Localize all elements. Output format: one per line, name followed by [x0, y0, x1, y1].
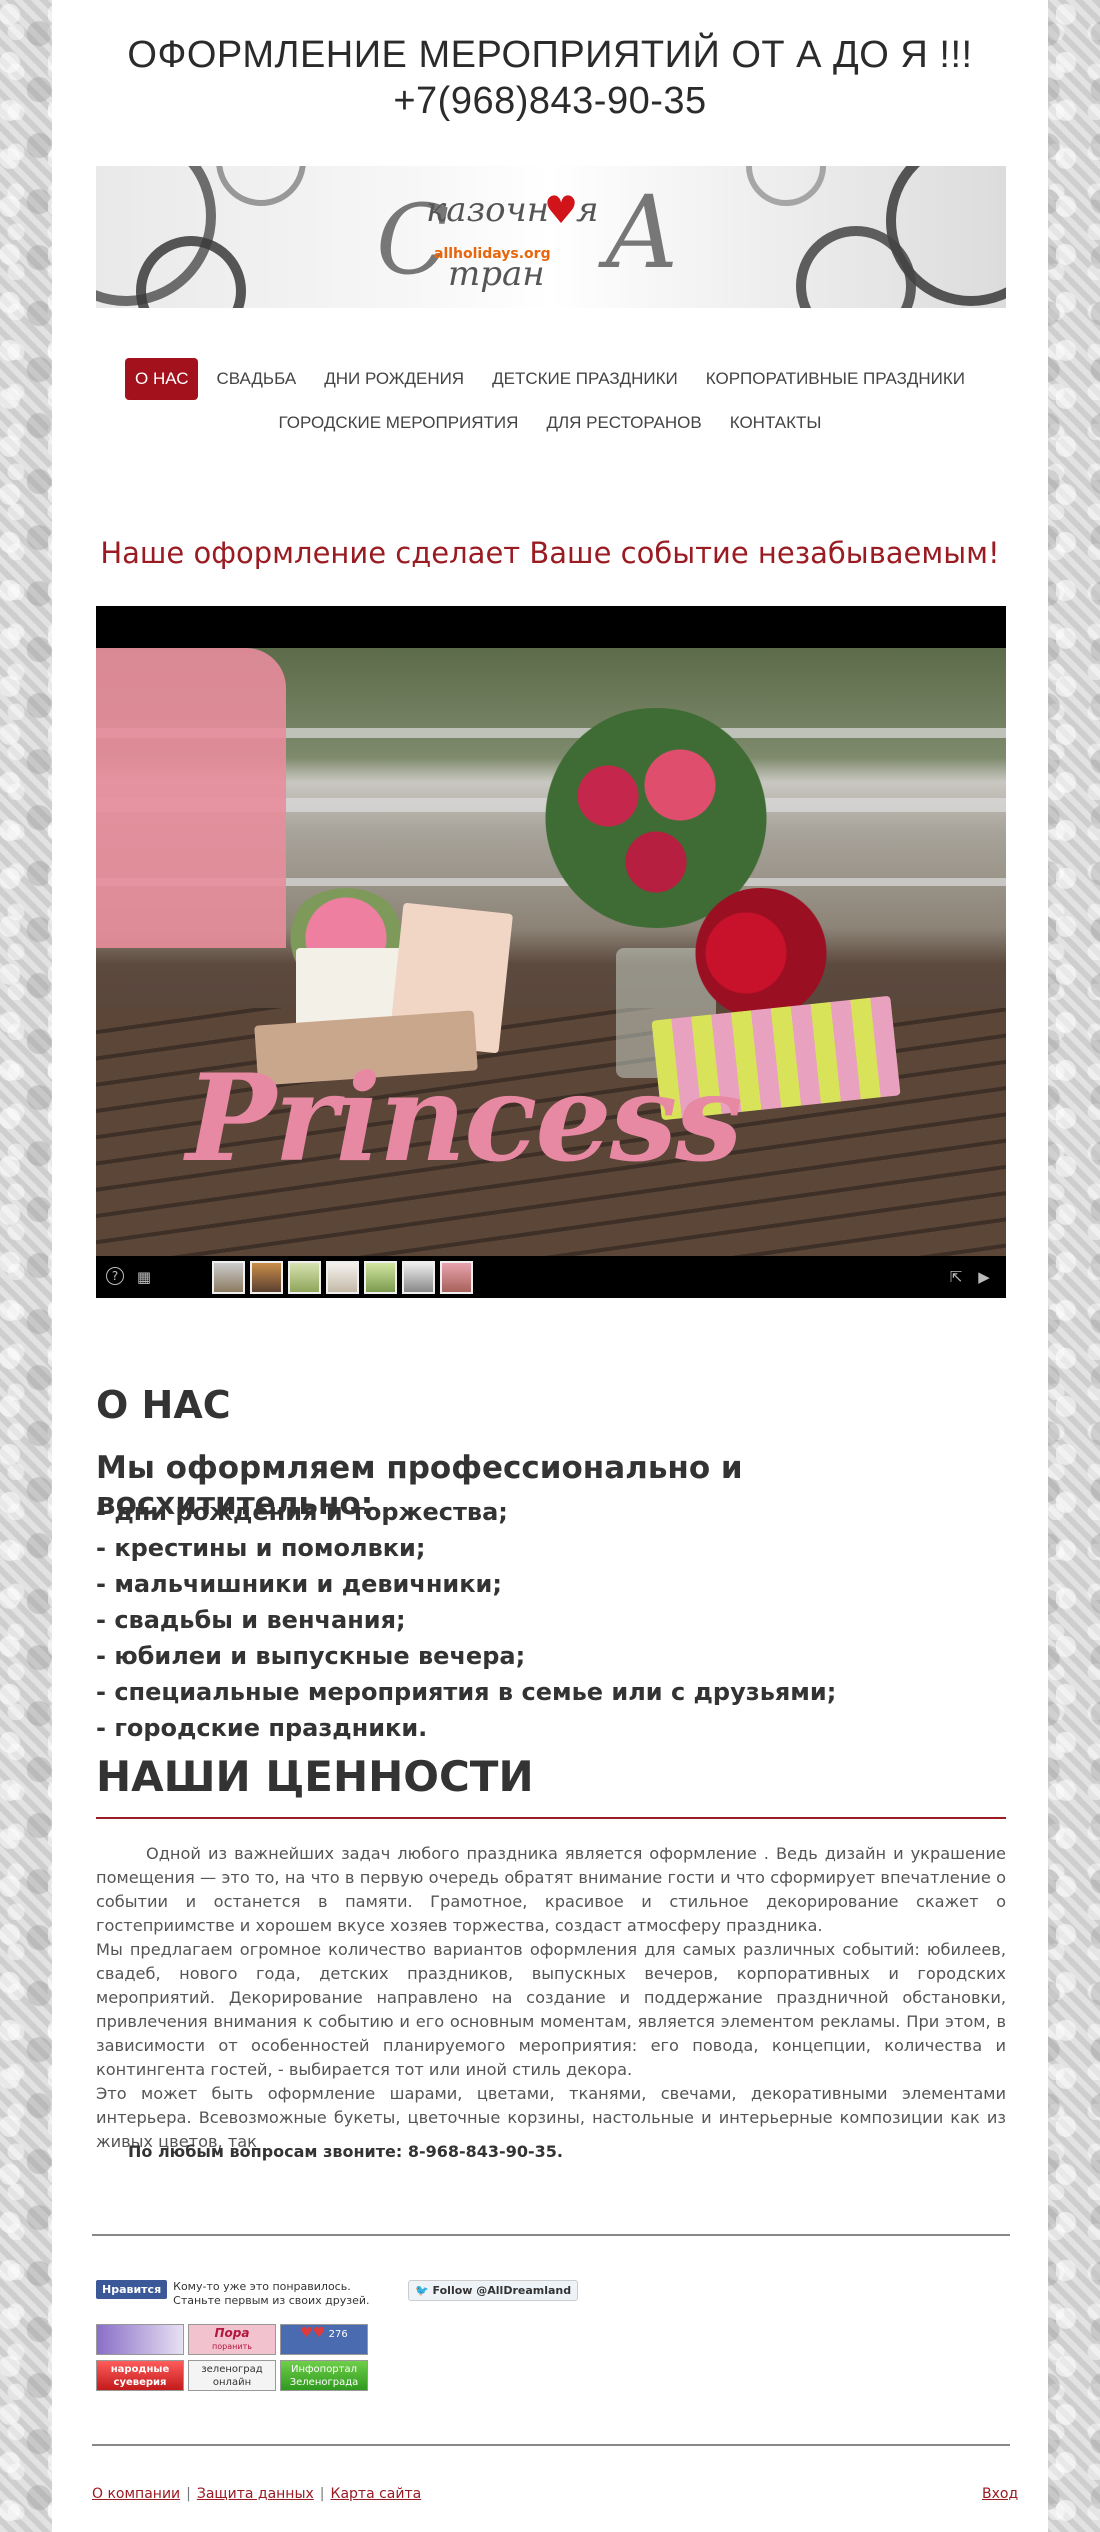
counter-badge[interactable]: зеленоград онлайн [188, 2360, 276, 2391]
facebook-like-widget[interactable]: Нравится Кому-то уже это понравилось. Ст… [96, 2280, 383, 2308]
heart-icon: ♥ [544, 188, 579, 232]
play-icon[interactable]: ▶ [974, 1267, 994, 1287]
footer-link-sitemap[interactable]: Карта сайта [331, 2486, 422, 2502]
values-paragraph: Одной из важнейших задач любого праздник… [96, 1844, 1006, 1935]
counter-badge[interactable]: ♥♥ 276 [280, 2324, 368, 2355]
slider-thumbnail[interactable] [250, 1261, 283, 1294]
nav-item-kids-parties[interactable]: ДЕТСКИЕ ПРАЗДНИКИ [482, 358, 688, 400]
heart-icon: ♥♥ [300, 2325, 326, 2341]
nav-item-corporate[interactable]: КОРПОРАТИВНЫЕ ПРАЗДНИКИ [696, 358, 975, 400]
site-title-line1: ОФОРМЛЕНИЕ МЕРОПРИЯТИЙ ОТ А ДО Я !!! [127, 34, 973, 76]
values-text: Одной из важнейших задач любого праздник… [96, 1842, 1006, 2154]
divider [92, 2444, 1010, 2446]
footer-link-company[interactable]: О компании [92, 2486, 180, 2502]
page: ОФОРМЛЕНИЕ МЕРОПРИЯТИЙ ОТ А ДО Я !!! +7(… [52, 0, 1048, 2532]
nav-row-1: О НАС СВАДЬБА ДНИ РОЖДЕНИЯ ДЕТСКИЕ ПРАЗД… [52, 358, 1048, 400]
counter-badge[interactable]: народные суеверия [96, 2360, 184, 2391]
login-link[interactable]: Вход [982, 2486, 1018, 2502]
footer-link-privacy[interactable]: Защита данных [197, 2486, 314, 2502]
phone-callout: По любым вопросам звоните: 8-968-843-90-… [128, 2142, 563, 2161]
list-item: - мальчишники и девичники; [96, 1570, 502, 1598]
services-list: - дни рождения и торжества; - крестины и… [96, 1494, 1006, 1746]
values-paragraph: Мы предлагаем огромное количество вариан… [96, 1940, 1006, 2079]
divider [92, 2234, 1010, 2236]
nav-item-birthdays[interactable]: ДНИ РОЖДЕНИЯ [314, 358, 474, 400]
slider-thumbnail[interactable] [326, 1261, 359, 1294]
slider-thumbnail[interactable] [288, 1261, 321, 1294]
grid-icon[interactable]: ▦ [134, 1267, 154, 1287]
twitter-follow-button[interactable]: 🐦 Follow @AllDreamland [408, 2280, 579, 2301]
counter-badge[interactable]: Пора поранить [188, 2324, 276, 2355]
slider-photo-word: Princess [186, 1048, 743, 1189]
slider-thumbnail[interactable] [364, 1261, 397, 1294]
site-phone: +7(968)843-90-35 [393, 80, 707, 122]
list-item: - крестины и помолвки; [96, 1534, 426, 1562]
facebook-like-button[interactable]: Нравится [96, 2280, 168, 2299]
twitter-bird-icon: 🐦 [415, 2284, 429, 2297]
list-item: - свадьбы и венчания; [96, 1606, 406, 1634]
site-logo[interactable]: С казочн ♥ я allholidays.org тран А [376, 174, 716, 298]
nav-item-about[interactable]: О НАС [125, 358, 199, 400]
nav-item-restaurants[interactable]: ДЛЯ РЕСТОРАНОВ [536, 402, 711, 444]
about-heading: О НАС [96, 1383, 231, 1427]
nav-item-contacts[interactable]: КОНТАКТЫ [720, 402, 832, 444]
list-item: - городские праздники. [96, 1714, 428, 1742]
list-item: - специальные мероприятия в семье или с … [96, 1678, 837, 1706]
facebook-like-text: Кому-то уже это понравилось. Станьте пер… [173, 2280, 370, 2307]
nav-item-wedding[interactable]: СВАДЬБА [206, 358, 306, 400]
counter-badge[interactable]: Инфопортал Зеленограда [280, 2360, 368, 2391]
counter-badge[interactable] [96, 2324, 184, 2355]
slider-photo[interactable]: Princess [96, 648, 1006, 1256]
slider-thumbnail[interactable] [212, 1261, 245, 1294]
slider-thumbnail[interactable] [440, 1261, 473, 1294]
fullscreen-icon[interactable]: ⇱ [946, 1267, 966, 1287]
header-banner[interactable]: С казочн ♥ я allholidays.org тран А [96, 166, 1006, 308]
list-item: - дни рождения и торжества; [96, 1498, 508, 1526]
list-item: - юбилеи и выпускные вечера; [96, 1642, 526, 1670]
help-icon[interactable]: ? [106, 1267, 124, 1285]
main-nav: О НАС СВАДЬБА ДНИ РОЖДЕНИЯ ДЕТСКИЕ ПРАЗД… [52, 358, 1048, 446]
slider-thumbnail[interactable] [402, 1261, 435, 1294]
values-heading: НАШИ ЦЕННОСТИ [96, 1752, 1006, 1819]
nav-item-city-events[interactable]: ГОРОДСКИЕ МЕРОПРИЯТИЯ [269, 402, 529, 444]
nav-row-2: ГОРОДСКИЕ МЕРОПРИЯТИЯ ДЛЯ РЕСТОРАНОВ КОН… [52, 402, 1048, 444]
tagline: Наше оформление сделает Ваше событие нез… [100, 536, 1000, 570]
image-slider[interactable]: Princess ? ▦ ⇱ ▶ [96, 606, 1006, 1298]
footer-links: О компании | Защита данных | Карта сайта [92, 2486, 422, 2502]
slider-controls: ? ▦ ⇱ ▶ [96, 1256, 1006, 1298]
